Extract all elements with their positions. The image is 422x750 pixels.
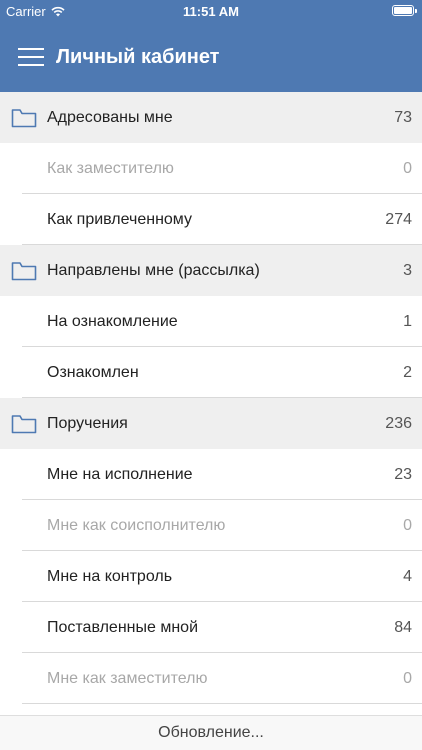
item-label: Мне как соисполнителю xyxy=(47,516,226,534)
item-label: Мне как заместителю xyxy=(47,669,208,687)
item-count: 0 xyxy=(403,669,412,687)
section-label: Адресованы мне xyxy=(47,108,173,126)
section-count: 236 xyxy=(385,414,412,432)
list-item[interactable]: Мне на контроль 4 xyxy=(0,551,422,602)
item-label: На ознакомление xyxy=(47,312,178,330)
section-label: Поручения xyxy=(47,414,128,432)
section-row[interactable]: Поручения 236 xyxy=(0,398,422,449)
list-item[interactable]: Мне на исполнение 23 xyxy=(0,449,422,500)
list-item[interactable]: Как заместителю 0 xyxy=(0,143,422,194)
hamburger-menu-icon[interactable] xyxy=(18,48,44,66)
cabinet-list: Адресованы мне 73 Как заместителю 0 Как прив… xyxy=(0,92,422,704)
section-row[interactable]: Направлены мне (рассылка) 3 xyxy=(0,245,422,296)
list-item[interactable]: Мне как заместителю 0 xyxy=(0,653,422,704)
list-item[interactable]: Поставленные мной 84 xyxy=(0,602,422,653)
folder-icon xyxy=(11,261,37,281)
app-header: Личный кабинет xyxy=(0,22,422,92)
clock: 11:51 AM xyxy=(183,4,239,19)
status-bar: Carrier 11:51 AM xyxy=(0,0,422,22)
folder-icon xyxy=(11,414,37,434)
section-label: Направлены мне (рассылка) xyxy=(47,261,260,279)
item-count: 0 xyxy=(403,159,412,177)
item-label: Мне на исполнение xyxy=(47,465,193,483)
update-status: Обновление... xyxy=(0,715,422,750)
page-title: Личный кабинет xyxy=(56,45,220,68)
folder-icon xyxy=(11,108,37,128)
section-row[interactable]: Адресованы мне 73 xyxy=(0,92,422,143)
list-item[interactable]: Как привлеченному 274 xyxy=(0,194,422,245)
item-label: Как заместителю xyxy=(47,159,174,177)
item-count: 1 xyxy=(403,312,412,330)
list-item[interactable]: На ознакомление 1 xyxy=(0,296,422,347)
item-label: Как привлеченному xyxy=(47,210,192,228)
item-count: 84 xyxy=(394,618,412,636)
battery-icon xyxy=(392,5,417,16)
list-item[interactable]: Мне как соисполнителю 0 xyxy=(0,500,422,551)
item-label: Ознакомлен xyxy=(47,363,139,381)
item-label: Поставленные мной xyxy=(47,618,198,636)
item-label: Мне на контроль xyxy=(47,567,173,585)
section-count: 3 xyxy=(403,261,412,279)
list-item[interactable]: Ознакомлен 2 xyxy=(0,347,422,398)
item-count: 0 xyxy=(403,516,412,534)
item-count: 4 xyxy=(403,567,412,585)
item-count: 274 xyxy=(385,210,412,228)
item-count: 23 xyxy=(394,465,412,483)
section-count: 73 xyxy=(394,108,412,126)
item-count: 2 xyxy=(403,363,412,381)
